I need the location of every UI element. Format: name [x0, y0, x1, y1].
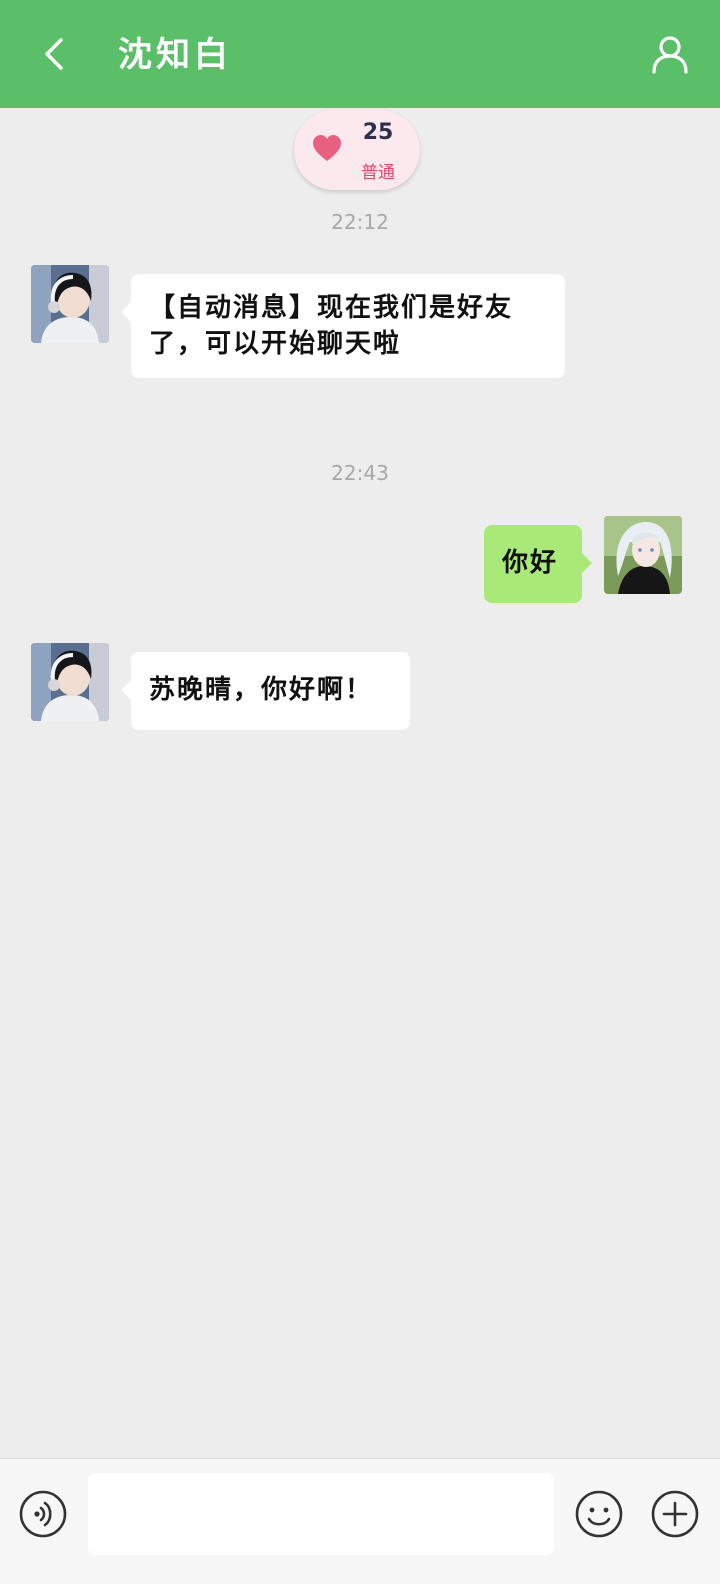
- chevron-left-icon: [45, 38, 63, 70]
- back-button[interactable]: [30, 30, 78, 78]
- emoji-button[interactable]: [574, 1489, 624, 1539]
- heart-icon: [313, 135, 341, 161]
- voice-icon: [19, 1490, 67, 1538]
- contact-avatar[interactable]: [31, 643, 109, 721]
- person-icon: [652, 36, 688, 74]
- plus-circle-icon: [651, 1490, 699, 1538]
- contact-avatar[interactable]: [31, 265, 109, 343]
- timestamp: 22:43: [331, 461, 389, 485]
- intimacy-level: 普通: [361, 163, 395, 183]
- intimacy-count: 25: [362, 120, 394, 145]
- chat-header: 沈知白: [0, 0, 720, 108]
- message-bubble-received[interactable]: 苏晚晴，你好啊！: [121, 652, 410, 730]
- chat-screen: 沈知白 25 普通 22:12 【自动消息】现在我们是好友了，可以开始聊天啦 2…: [0, 0, 720, 1584]
- voice-button[interactable]: [18, 1489, 68, 1539]
- message-input[interactable]: [88, 1473, 554, 1555]
- smiley-icon: [575, 1490, 623, 1538]
- more-button[interactable]: [650, 1489, 700, 1539]
- profile-button[interactable]: [646, 30, 694, 78]
- message-bubble-received[interactable]: 【自动消息】现在我们是好友了，可以开始聊天啦: [121, 274, 565, 378]
- intimacy-badge[interactable]: 25 普通: [294, 110, 420, 190]
- chat-title: 沈知白: [118, 35, 232, 75]
- message-bubble-sent[interactable]: 你好: [484, 525, 592, 603]
- user-avatar[interactable]: [604, 516, 682, 594]
- input-bar: [0, 1458, 720, 1584]
- timestamp: 22:12: [331, 210, 389, 234]
